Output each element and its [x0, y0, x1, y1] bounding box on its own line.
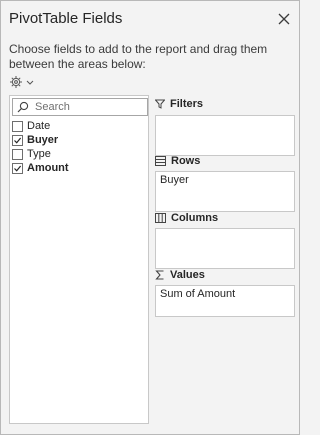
checkmark-icon — [14, 137, 22, 144]
pane-title: PivotTable Fields — [9, 10, 123, 27]
tools-button[interactable] — [9, 75, 35, 89]
rows-icon — [155, 156, 166, 166]
filters-area-header: Filters — [155, 98, 203, 110]
values-drop-zone[interactable]: Sum of Amount — [155, 285, 295, 317]
rows-area-header: Rows — [155, 155, 200, 167]
values-item-sum-of-amount[interactable]: Sum of Amount — [160, 288, 235, 300]
values-area-label: Values — [170, 269, 205, 281]
instructions-text: Choose fields to add to the report and d… — [9, 42, 268, 71]
field-item-date[interactable]: Date — [12, 119, 144, 133]
gear-icon — [10, 76, 22, 88]
filters-area-label: Filters — [170, 98, 204, 110]
close-button[interactable] — [277, 12, 291, 26]
close-icon — [278, 13, 290, 25]
field-checkbox-amount[interactable] — [12, 162, 23, 174]
field-checkbox-date[interactable] — [12, 120, 23, 132]
field-label: Type — [27, 148, 51, 160]
field-item-type[interactable]: Type — [12, 147, 144, 161]
filters-drop-zone[interactable] — [155, 115, 295, 156]
columns-drop-zone[interactable] — [155, 228, 295, 269]
chevron-down-icon — [26, 80, 34, 85]
field-label: Amount — [27, 162, 69, 174]
values-area-header: Values — [155, 269, 205, 281]
funnel-icon — [155, 99, 165, 109]
search-box[interactable] — [12, 98, 148, 116]
field-item-amount[interactable]: Amount — [12, 161, 144, 175]
columns-icon — [155, 213, 166, 223]
field-list: Date Buyer Type Amount — [9, 95, 149, 424]
rows-item-buyer[interactable]: Buyer — [160, 174, 189, 186]
field-label: Date — [27, 120, 51, 132]
field-label: Buyer — [27, 134, 59, 146]
field-checkbox-type[interactable] — [12, 148, 23, 160]
search-input[interactable] — [35, 99, 141, 115]
columns-area-header: Columns — [155, 212, 218, 224]
rows-area-label: Rows — [171, 155, 201, 167]
field-checkbox-buyer[interactable] — [12, 134, 23, 146]
field-item-buyer[interactable]: Buyer — [12, 133, 144, 147]
pivot-table-fields-pane: PivotTable Fields Choose fields to add t… — [0, 0, 300, 435]
rows-drop-zone[interactable]: Buyer — [155, 171, 295, 212]
checkmark-icon — [14, 165, 22, 172]
search-icon — [17, 101, 29, 113]
columns-area-label: Columns — [171, 212, 219, 224]
sigma-icon — [155, 270, 164, 280]
